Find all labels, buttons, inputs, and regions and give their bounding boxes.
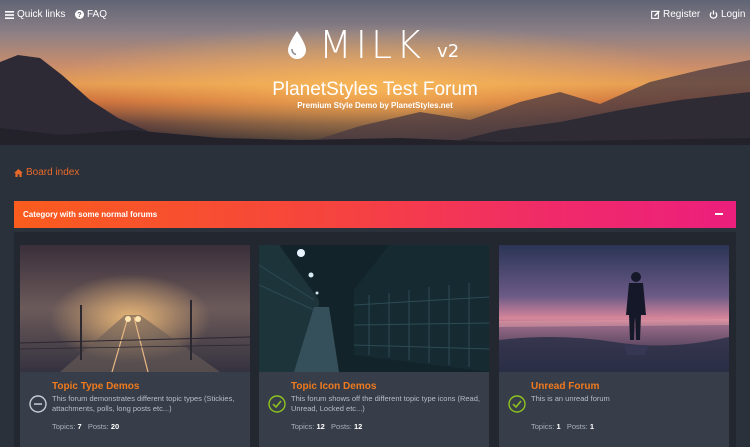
top-navigation: Quick links ? FAQ Register Login	[0, 9, 750, 23]
forum-card-topic-icon-demos[interactable]: Topic Icon Demos This forum shows off th…	[259, 245, 489, 447]
register-link[interactable]: Register	[651, 9, 700, 20]
forum-image-foggy-railway[interactable]	[20, 245, 250, 372]
forum-description: This forum shows off the different topic…	[291, 394, 480, 413]
breadcrumb[interactable]: Board index	[14, 167, 79, 178]
forum-image-beach-silhouette[interactable]	[499, 245, 729, 372]
site-logo[interactable]: MILK v2	[287, 24, 459, 64]
home-icon	[14, 168, 23, 177]
logo-wordmark: MILK	[319, 23, 426, 67]
forum-card-topic-type-demos[interactable]: Topic Type Demos This forum demonstrates…	[20, 245, 250, 447]
unread-check-icon	[268, 395, 286, 413]
topics-count: 1	[556, 422, 561, 431]
forum-title[interactable]: Unread Forum	[531, 381, 599, 392]
header-banner: Quick links ? FAQ Register Login MILK v2…	[0, 0, 750, 145]
register-label: Register	[663, 9, 701, 20]
topics-label: Topics:	[531, 422, 555, 431]
posts-count: 1	[589, 422, 594, 431]
category-header: Category with some normal forums	[14, 201, 736, 228]
forum-description: This is an unread forum	[531, 394, 610, 403]
forum-info: Topic Type Demos This forum demonstrates…	[20, 372, 250, 447]
edit-icon	[651, 10, 660, 19]
forum-info: Topic Icon Demos This forum shows off th…	[259, 372, 489, 447]
category-title[interactable]: Category with some normal forums	[23, 210, 157, 219]
topics-count: 12	[316, 422, 325, 431]
forum-stats: Topics: 12 Posts: 12	[291, 422, 362, 431]
posts-count: 20	[110, 422, 120, 431]
topics-label: Topics:	[291, 422, 315, 431]
no-unread-icon	[29, 395, 47, 413]
posts-label: Posts:	[331, 422, 352, 431]
faq-label: FAQ	[87, 9, 108, 20]
faq-link[interactable]: ? FAQ	[75, 9, 107, 20]
forum-stats: Topics: 7 Posts: 20	[52, 422, 119, 431]
forum-card-unread-forum[interactable]: Unread Forum This is an unread forum Top…	[499, 245, 729, 447]
posts-count: 12	[353, 422, 363, 431]
question-circle-icon: ?	[75, 10, 84, 19]
power-icon	[709, 10, 718, 19]
topics-label: Topics:	[52, 422, 76, 431]
menu-icon	[5, 10, 14, 19]
login-label: Login	[721, 9, 746, 20]
site-title: PlanetStyles Test Forum	[272, 79, 478, 100]
logo-version: v2	[437, 41, 460, 62]
unread-check-icon	[508, 395, 526, 413]
posts-label: Posts:	[566, 422, 588, 431]
topics-count: 7	[77, 422, 82, 431]
quick-links-menu[interactable]: Quick links	[5, 9, 65, 20]
forum-image-tunnel[interactable]	[259, 245, 489, 372]
quick-links-label: Quick links	[17, 9, 66, 20]
site-description: Premium Style Demo by PlanetStyles.net	[297, 101, 453, 110]
posts-label: Posts:	[87, 422, 109, 431]
forum-info: Unread Forum This is an unread forum Top…	[499, 372, 729, 447]
login-link[interactable]: Login	[709, 9, 745, 20]
board-index-link[interactable]: Board index	[26, 167, 79, 178]
forum-title[interactable]: Topic Icon Demos	[291, 381, 376, 392]
forum-stats: Topics: 1 Posts: 1	[531, 422, 594, 431]
forum-description: This forum demonstrates different topic …	[52, 394, 235, 413]
svg-text:?: ?	[77, 10, 81, 19]
drop-icon	[288, 31, 306, 59]
minus-icon[interactable]	[715, 213, 723, 215]
forum-title[interactable]: Topic Type Demos	[52, 381, 139, 392]
